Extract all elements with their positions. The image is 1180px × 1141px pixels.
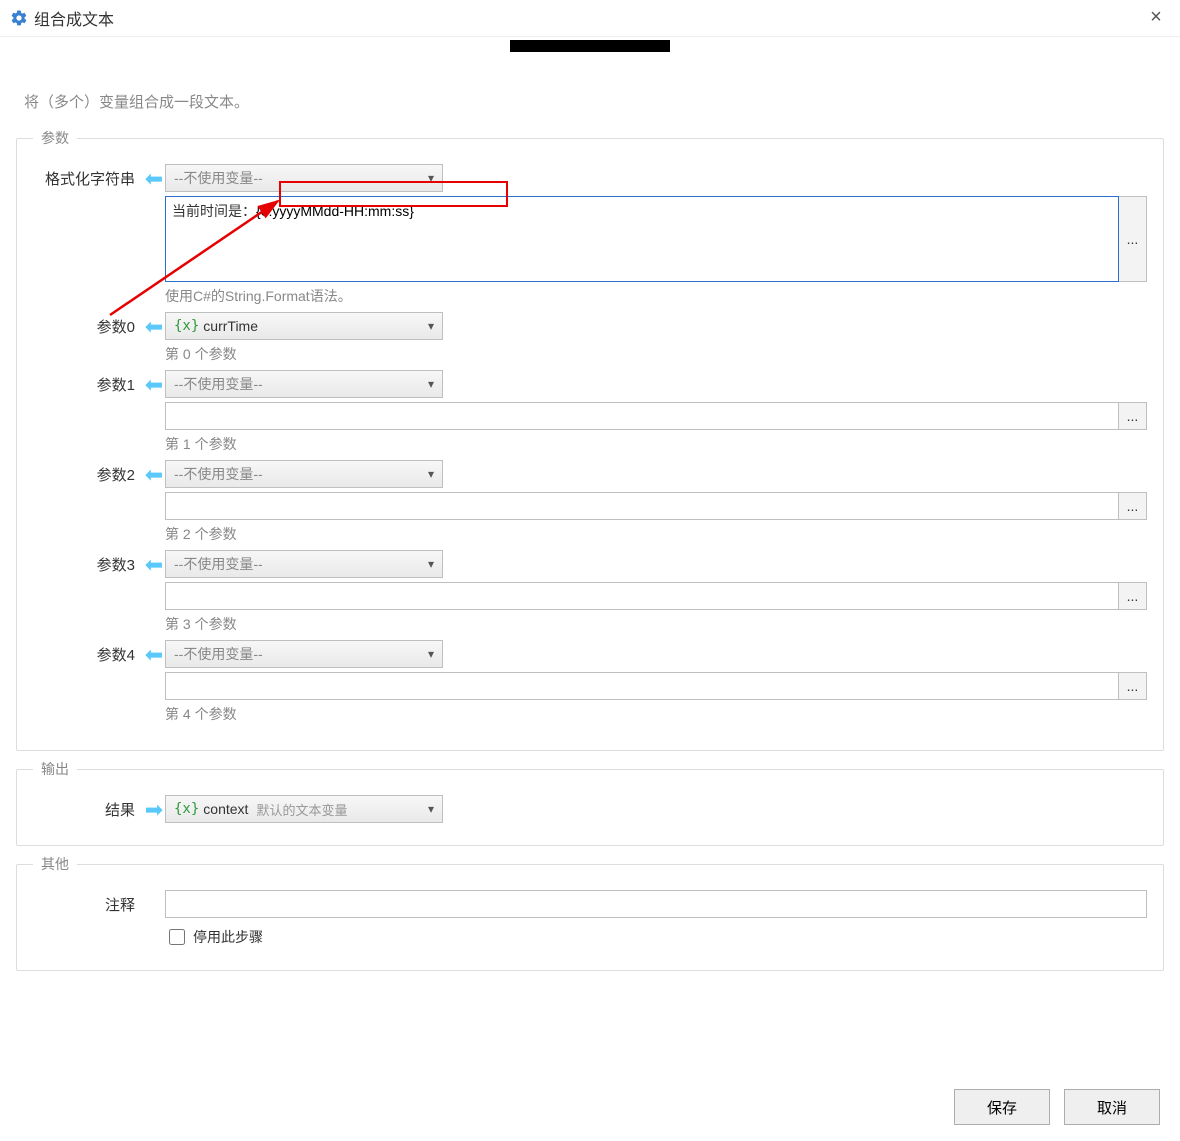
- comment-label: 注释: [33, 890, 143, 915]
- arrow-in-icon: ⬅: [143, 642, 165, 668]
- param1-input[interactable]: [165, 402, 1119, 430]
- param1-label: 参数1: [33, 370, 143, 395]
- format-var-select[interactable]: --不使用变量-- ▾: [165, 164, 443, 192]
- param3-more-button[interactable]: ...: [1119, 582, 1147, 610]
- gear-icon: [10, 9, 28, 27]
- param4-label: 参数4: [33, 640, 143, 665]
- param-row-1: 参数1⬅--不使用变量--▾... 第 1 个参数: [33, 370, 1147, 454]
- cancel-button[interactable]: 取消: [1064, 1089, 1160, 1125]
- arrow-in-icon: ⬅: [143, 462, 165, 488]
- result-row: 结果 ➡ {x} context 默认的文本变量 ▾: [33, 795, 1147, 823]
- titlebar: 组合成文本 ×: [0, 0, 1180, 37]
- format-input[interactable]: 当前时间是：{0:yyyyMMdd-HH:mm:ss}: [165, 196, 1119, 282]
- chevron-down-icon: ▾: [428, 171, 434, 185]
- var-brace-icon: {x}: [174, 318, 199, 334]
- description-text: 将（多个）变量组合成一段文本。: [0, 77, 1180, 120]
- param3-var-select[interactable]: --不使用变量--▾: [165, 550, 443, 578]
- save-button[interactable]: 保存: [954, 1089, 1050, 1125]
- window-title: 组合成文本: [34, 6, 114, 30]
- disable-label: 停用此步骤: [193, 927, 263, 947]
- arrow-in-icon: ⬅: [143, 372, 165, 398]
- param0-label: 参数0: [33, 312, 143, 337]
- param-row-4: 参数4⬅--不使用变量--▾... 第 4 个参数: [33, 640, 1147, 724]
- chevron-down-icon: ▾: [428, 802, 434, 816]
- arrow-in-icon: ⬅: [143, 166, 165, 192]
- output-section: 输出 结果 ➡ {x} context 默认的文本变量 ▾: [16, 759, 1164, 846]
- other-section: 其他 注释 停用此步骤: [16, 854, 1164, 971]
- format-row: 格式化字符串 ⬅ --不使用变量-- ▾ 当前时间是：{0:yyyyMMdd-H…: [33, 164, 1147, 306]
- param4-hint: 第 4 个参数: [165, 704, 1147, 724]
- param2-hint: 第 2 个参数: [165, 524, 1147, 544]
- param1-hint: 第 1 个参数: [165, 434, 1147, 454]
- output-legend: 输出: [33, 759, 77, 779]
- param2-var-select[interactable]: --不使用变量--▾: [165, 460, 443, 488]
- param2-input[interactable]: [165, 492, 1119, 520]
- param3-label: 参数3: [33, 550, 143, 575]
- other-legend: 其他: [33, 854, 77, 874]
- arrow-in-icon: ⬅: [143, 314, 165, 340]
- param-row-2: 参数2⬅--不使用变量--▾... 第 2 个参数: [33, 460, 1147, 544]
- param1-more-button[interactable]: ...: [1119, 402, 1147, 430]
- param-row-3: 参数3⬅--不使用变量--▾... 第 3 个参数: [33, 550, 1147, 634]
- params-section: 参数 格式化字符串 ⬅ --不使用变量-- ▾ 当前时间是：{0:yyyyMMd…: [16, 128, 1164, 751]
- result-label: 结果: [33, 795, 143, 820]
- chevron-down-icon: ▾: [428, 467, 434, 481]
- chevron-down-icon: ▾: [428, 319, 434, 333]
- param2-label: 参数2: [33, 460, 143, 485]
- param4-more-button[interactable]: ...: [1119, 672, 1147, 700]
- param3-input[interactable]: [165, 582, 1119, 610]
- arrow-out-icon: ➡: [143, 797, 165, 823]
- param4-var-select[interactable]: --不使用变量--▾: [165, 640, 443, 668]
- close-icon[interactable]: ×: [1142, 6, 1170, 29]
- param2-more-button[interactable]: ...: [1119, 492, 1147, 520]
- param3-hint: 第 3 个参数: [165, 614, 1147, 634]
- format-hint: 使用C#的String.Format语法。: [165, 286, 1147, 306]
- param-row-0: 参数0⬅{x}currTime▾ 第 0 个参数: [33, 312, 1147, 364]
- result-var-select[interactable]: {x} context 默认的文本变量 ▾: [165, 795, 443, 823]
- param4-input[interactable]: [165, 672, 1119, 700]
- chevron-down-icon: ▾: [428, 377, 434, 391]
- format-label: 格式化字符串: [33, 164, 143, 189]
- params-legend: 参数: [33, 128, 77, 148]
- drag-handle[interactable]: [510, 40, 670, 52]
- footer: 保存 取消: [954, 1089, 1160, 1125]
- chevron-down-icon: ▾: [428, 557, 434, 571]
- arrow-in-icon: ⬅: [143, 552, 165, 578]
- param1-var-select[interactable]: --不使用变量--▾: [165, 370, 443, 398]
- chevron-down-icon: ▾: [428, 647, 434, 661]
- var-brace-icon: {x}: [174, 801, 199, 817]
- format-more-button[interactable]: ...: [1119, 196, 1147, 282]
- comment-input[interactable]: [165, 890, 1147, 918]
- param0-hint: 第 0 个参数: [165, 344, 1147, 364]
- disable-checkbox[interactable]: [169, 929, 185, 945]
- param0-var-select[interactable]: {x}currTime▾: [165, 312, 443, 340]
- comment-row: 注释 停用此步骤: [33, 890, 1147, 948]
